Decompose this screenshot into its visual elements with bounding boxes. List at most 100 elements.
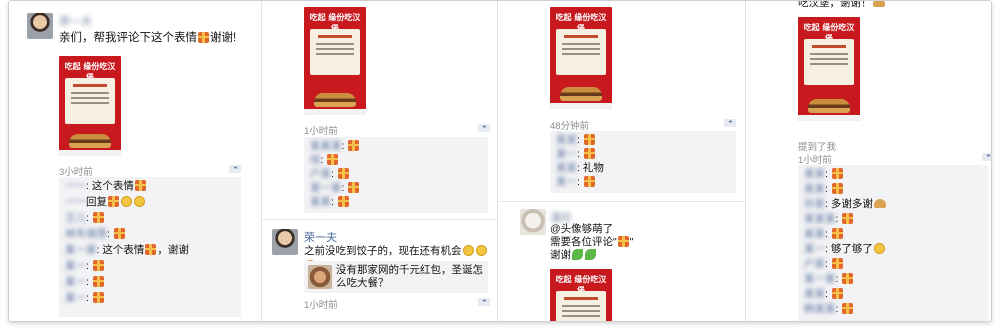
comment-row[interactable]: 某一某: xyxy=(310,182,360,195)
commenter-name[interactable]: 户某 xyxy=(310,168,331,180)
post-image[interactable]: 吃起 缘份吃汉堡 xyxy=(304,7,366,115)
gift-emoji-icon xyxy=(348,182,360,193)
commenter-name[interactable]: 一一 xyxy=(65,196,86,208)
commenter-name[interactable]: 某一 xyxy=(556,176,577,188)
comment-row[interactable]: 钱: xyxy=(310,154,339,167)
mention-label[interactable]: 提到了我 xyxy=(798,139,836,153)
post-text: 亲们，帮我评论下这个表情 谢谢! xyxy=(59,31,236,46)
commenter-name[interactable]: 某一 xyxy=(65,260,86,272)
commenter-name[interactable]: 某一某 xyxy=(310,182,342,194)
post-divider xyxy=(262,219,497,220)
gift-emoji-icon xyxy=(831,288,843,299)
post-image[interactable]: 吃起 缘份吃汉堡 xyxy=(550,269,612,321)
gift-emoji-icon xyxy=(583,176,595,187)
comment-row[interactable]: 某一: xyxy=(556,148,596,161)
commenter-name[interactable]: 某一某 xyxy=(65,244,97,256)
avatar[interactable] xyxy=(272,229,298,255)
comment-row[interactable]: 某某某: xyxy=(310,140,360,153)
comment-list: 某某: 某某: 孙某: 多谢多谢 某某某: 某某: 某一: 够了够了 户某: 某… xyxy=(798,165,988,321)
smile-emoji-icon xyxy=(475,245,487,256)
poster-card xyxy=(804,39,854,85)
comment-row[interactable]: 某一: xyxy=(65,292,105,305)
poster-card xyxy=(310,29,360,75)
poster-title: 吃起 缘份吃汉堡 xyxy=(309,13,361,33)
post-text: @头像够萌了 需要各位评论" " 谢谢 xyxy=(550,223,633,262)
commenter-name[interactable]: 某一 xyxy=(65,292,86,304)
burger-icon xyxy=(69,134,111,148)
post-time: 3小时前 xyxy=(59,167,93,178)
commenter-name[interactable]: 林冬瑞雪 xyxy=(65,228,107,240)
comment-row[interactable]: 某某: xyxy=(310,196,350,209)
commenter-name[interactable]: 一一 xyxy=(65,180,86,192)
commenter-name[interactable]: 孙某 xyxy=(804,198,825,210)
commenter-name[interactable]: 某一 xyxy=(556,148,577,160)
commenter-name[interactable]: 钱 xyxy=(310,154,321,166)
comment-row[interactable]: 某某某: xyxy=(804,213,854,226)
comment-row[interactable]: 孙某: 多谢多谢 xyxy=(804,198,887,211)
gift-emoji-icon xyxy=(617,236,629,247)
commenter-name[interactable]: 某某 xyxy=(804,288,825,300)
avatar[interactable] xyxy=(27,13,53,39)
poster-card xyxy=(65,78,115,124)
comment-row[interactable]: 某一: xyxy=(65,260,105,273)
gift-emoji-icon xyxy=(337,196,349,207)
commenter-name[interactable]: 某某 xyxy=(556,134,577,146)
poster-name[interactable]: 荣一夫 xyxy=(304,229,337,245)
comment-row[interactable]: 某某: xyxy=(804,168,844,181)
gift-emoji-icon xyxy=(831,168,843,179)
comment-action-icon[interactable]: •• xyxy=(724,119,736,127)
comment-action-icon[interactable]: •• xyxy=(478,298,490,306)
gift-emoji-icon xyxy=(108,196,119,207)
shared-link-card[interactable]: 没有那家网的千元红包，圣诞怎么吃大餐？ xyxy=(304,261,488,293)
gift-emoji-icon xyxy=(831,228,843,239)
post-text: 吃汉堡，谢谢！ xyxy=(798,1,886,11)
gift-emoji-icon xyxy=(831,258,843,269)
commenter-name[interactable]: 某某 xyxy=(556,162,577,174)
comment-row[interactable]: 某一: xyxy=(556,176,596,189)
avatar[interactable] xyxy=(520,209,546,235)
screenshot-strip: 荣一夫 亲们，帮我评论下这个表情 谢谢! 吃起 缘份吃汉堡 3小时前 •• 一一:… xyxy=(8,0,992,322)
comment-row[interactable]: 林冬瑞雪: xyxy=(65,228,126,241)
commenter-name[interactable]: 某一 xyxy=(65,276,86,288)
comment-action-icon[interactable]: •• xyxy=(982,153,991,161)
commenter-name[interactable]: 某一 xyxy=(804,243,825,255)
post-image[interactable]: 吃起 缘份吃汉堡 xyxy=(550,7,612,109)
commenter-name[interactable]: 王儿 xyxy=(65,212,86,224)
link-thumbnail xyxy=(308,265,332,289)
commenter-name[interactable]: 户某 xyxy=(804,258,825,270)
post-image[interactable]: 吃起 缘份吃汉堡 xyxy=(59,56,121,156)
comment-row[interactable]: 某某: xyxy=(804,183,844,196)
comment-row[interactable]: 某一某: xyxy=(804,273,854,286)
post-image[interactable]: 吃起 缘份吃汉堡 xyxy=(798,17,860,121)
gift-emoji-icon xyxy=(92,292,104,303)
comment-row[interactable]: 户某: xyxy=(804,258,844,271)
commenter-name[interactable]: 韩某某 xyxy=(804,303,836,315)
comment-row[interactable]: 韩某某: xyxy=(804,303,854,316)
comment-text: 这个表情 xyxy=(91,180,134,192)
comment-row[interactable]: 户某: xyxy=(310,168,350,181)
leaf-emoji-icon xyxy=(585,249,596,260)
comment-action-icon[interactable]: •• xyxy=(478,124,490,132)
comment-row[interactable]: 王儿: xyxy=(65,212,105,225)
comment-row[interactable]: 某某: xyxy=(804,228,844,241)
post-text-line: 谢谢 xyxy=(550,249,633,262)
comment-action-icon[interactable]: •• xyxy=(229,165,241,173)
comment-row[interactable]: 某一: 够了够了 xyxy=(804,243,886,256)
commenter-name[interactable]: 某某某 xyxy=(310,140,342,152)
comment-row[interactable]: 一一回复 xyxy=(65,196,146,209)
commenter-name[interactable]: 某某 xyxy=(804,168,825,180)
commenter-name[interactable]: 某一某 xyxy=(804,273,836,285)
commenter-name[interactable]: 某某 xyxy=(804,183,825,195)
commenter-name[interactable]: 某某 xyxy=(310,196,331,208)
commenter-name[interactable]: 某某某 xyxy=(804,213,836,225)
comment-row[interactable]: 某某: xyxy=(556,134,596,147)
poster-title: 吃起 缘份吃汉堡 xyxy=(64,62,116,82)
post-text-main: 吃汉堡，谢谢！ xyxy=(798,1,872,9)
comment-row[interactable]: 一一: 这个表情 xyxy=(65,180,147,193)
poster-name[interactable]: 荣一夫 xyxy=(59,13,92,29)
commenter-name[interactable]: 某某 xyxy=(804,228,825,240)
comment-row[interactable]: 某某: xyxy=(804,288,844,301)
comment-row[interactable]: 某某: 礼物 xyxy=(556,162,604,175)
comment-row[interactable]: 某一某: 这个表情 ，谢谢 xyxy=(65,244,189,257)
comment-row[interactable]: 某一: xyxy=(65,276,105,289)
